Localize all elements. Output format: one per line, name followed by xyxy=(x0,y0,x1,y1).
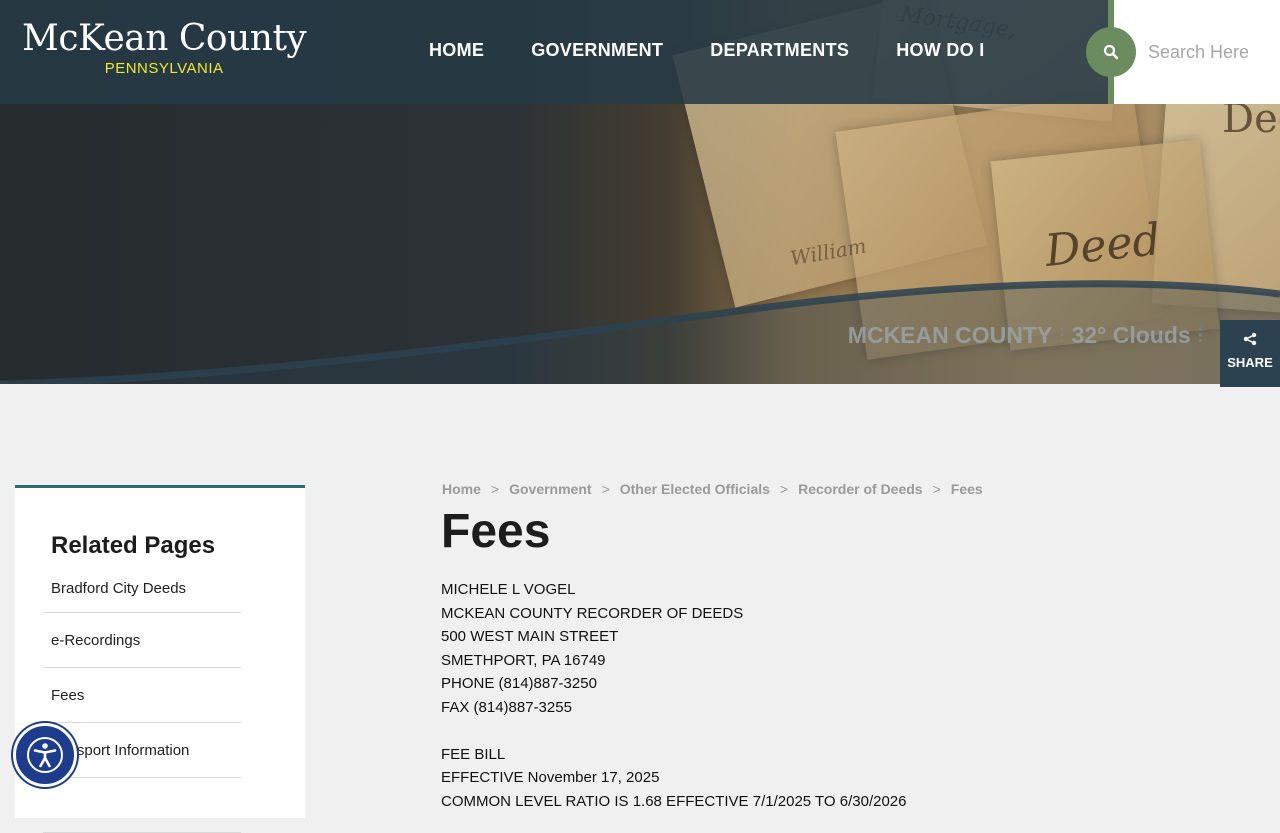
phone-number: PHONE (814)887-3250 xyxy=(441,675,597,692)
weather-location: MCKEAN COUNTY xyxy=(847,322,1053,348)
weather-separator: ⁝ xyxy=(1058,322,1066,348)
breadcrumb-separator: > xyxy=(932,481,941,497)
office-holder-name: MICHELE L VOGEL xyxy=(441,581,576,598)
breadcrumb-other-elected-officials[interactable]: Other Elected Officials xyxy=(620,481,770,497)
breadcrumb-separator: > xyxy=(601,481,610,497)
share-label: SHARE xyxy=(1227,355,1273,370)
breadcrumb-recorder-of-deeds[interactable]: Recorder of Deeds xyxy=(798,481,922,497)
weather-separator: ⁝ xyxy=(1196,322,1204,348)
breadcrumb-home[interactable]: Home xyxy=(442,481,481,497)
nav-home[interactable]: HOME xyxy=(429,40,484,61)
common-level-ratio: COMMON LEVEL RATIO IS 1.68 EFFECTIVE 7/1… xyxy=(441,792,907,810)
share-icon xyxy=(1243,332,1257,346)
sidebar-item-bradford-city-deeds[interactable]: Bradford City Deeds xyxy=(43,564,241,613)
fee-bill-heading: FEE BILL xyxy=(441,745,506,763)
nav-departments[interactable]: DEPARTMENTS xyxy=(710,40,849,61)
main-nav: HOME GOVERNMENT DEPARTMENTS HOW DO I xyxy=(429,40,985,61)
search-input[interactable] xyxy=(1146,36,1250,68)
related-pages-list: Bradford City Deeds e-Recordings Fees Pa… xyxy=(43,564,241,833)
accessibility-button[interactable] xyxy=(13,723,77,787)
nav-government[interactable]: GOVERNMENT xyxy=(531,40,663,61)
sidebar-title: Related Pages xyxy=(51,532,216,559)
accessibility-icon xyxy=(27,737,63,773)
logo-subtitle: PENNSYLVANIA xyxy=(104,60,224,77)
logo-title: McKean County xyxy=(22,18,307,59)
fax-number: FAX (814)887-3255 xyxy=(441,698,572,716)
weather-ticker: MCKEAN COUNTY ⁝ 32° Clouds ⁝ xyxy=(848,322,1210,349)
site-header: McKean County PENNSYLVANIA HOME GOVERNME… xyxy=(0,0,1108,104)
breadcrumb: Home > Government > Other Elected Offici… xyxy=(442,481,983,497)
city-state-zip: SMETHPORT, PA 16749 xyxy=(441,651,606,669)
breadcrumb-separator: > xyxy=(779,481,789,497)
breadcrumb-separator: > xyxy=(490,481,500,497)
page-title: Fees xyxy=(441,505,551,558)
page-content: MICHELE L VOGEL MCKEAN COUNTY RECORDER O… xyxy=(441,578,906,813)
breadcrumb-government[interactable]: Government xyxy=(509,481,591,497)
sidebar-item-fees[interactable]: Fees xyxy=(43,668,241,723)
search-button[interactable] xyxy=(1086,27,1136,77)
site-logo[interactable]: McKean County PENNSYLVANIA xyxy=(22,18,307,77)
share-button[interactable]: SHARE xyxy=(1220,320,1280,387)
sidebar-item[interactable] xyxy=(43,778,241,833)
effective-date: EFFECTIVE November 17, 2025 xyxy=(441,769,660,786)
street-address: 500 WEST MAIN STREET xyxy=(441,628,619,645)
nav-how-do-i[interactable]: HOW DO I xyxy=(896,40,984,61)
office-title: MCKEAN COUNTY RECORDER OF DEEDS xyxy=(441,604,744,622)
search-icon xyxy=(1103,44,1119,60)
breadcrumb-current-fees: Fees xyxy=(950,481,983,497)
weather-conditions: 32° Clouds xyxy=(1071,322,1191,348)
sidebar-item-e-recordings[interactable]: e-Recordings xyxy=(43,613,241,668)
